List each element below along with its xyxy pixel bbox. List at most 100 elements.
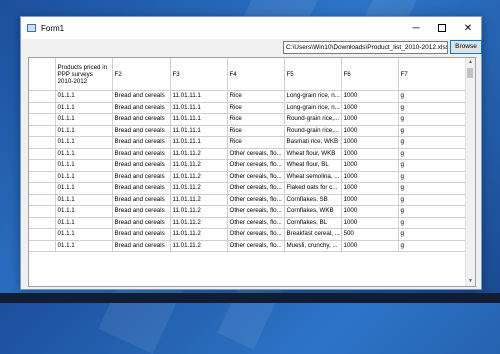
table-cell[interactable]: Long-grain rice, n... <box>284 90 342 103</box>
data-grid[interactable]: Products priced in PPP surveys 2010-2012… <box>28 57 476 287</box>
table-cell[interactable]: 11.01.11.2 <box>170 182 228 195</box>
table-row[interactable]: 01.1.1 Bread and cereals 11.01.11.1 Rice Rou… <box>29 125 469 137</box>
table-cell[interactable]: 11.01.11.2 <box>170 205 228 218</box>
close-button[interactable]: ✕ <box>455 17 481 39</box>
table-row[interactable]: 01.1.1 Bread and cereals 11.01.11.2 Other c… <box>29 240 469 252</box>
table-cell[interactable]: g <box>398 90 469 103</box>
table-cell[interactable]: Other cereals, flo... <box>227 182 285 195</box>
table-cell[interactable]: 01.1.1 <box>55 217 113 229</box>
table-cell[interactable]: 11.01.11.2 <box>170 171 228 183</box>
table-cell[interactable]: Flaked oats for c... <box>284 182 342 195</box>
table-cell[interactable]: 11.01.11.2 <box>170 194 228 206</box>
table-cell[interactable]: 11.01.11.1 <box>170 113 228 126</box>
table-cell[interactable]: g <box>398 159 469 172</box>
table-cell[interactable]: Other cereals, flo... <box>227 148 285 160</box>
table-cell[interactable]: 01.1.1 <box>55 113 113 126</box>
row-header[interactable] <box>29 148 56 160</box>
table-row[interactable]: 01.1.1 Bread and cereals 11.01.11.2 Other c… <box>29 171 469 183</box>
row-header[interactable] <box>29 90 56 103</box>
table-cell[interactable]: 11.01.11.2 <box>170 240 228 252</box>
column-header[interactable]: F2 <box>112 58 171 91</box>
table-cell[interactable]: Wheat flour, WKB <box>284 148 342 160</box>
table-cell[interactable]: Bread and cereals <box>112 171 171 183</box>
maximize-button[interactable] <box>429 17 455 39</box>
table-cell[interactable]: g <box>398 217 469 229</box>
column-header[interactable]: F4 <box>227 58 285 91</box>
table-row[interactable]: 01.1.1 Bread and cereals 11.01.11.2 Other c… <box>29 159 469 172</box>
table-row[interactable]: 01.1.1 Bread and cereals 11.01.11.2 Other c… <box>29 194 469 206</box>
table-cell[interactable]: 11.01.11.1 <box>170 125 228 137</box>
minimize-button[interactable]: ─ <box>403 17 429 39</box>
table-cell[interactable]: Cornflakes, SB <box>284 194 342 206</box>
table-row[interactable]: 01.1.1 Bread and cereals 11.01.11.1 Rice Bas… <box>29 136 469 149</box>
table-cell[interactable]: 11.01.11.2 <box>170 148 228 160</box>
table-cell[interactable]: Other cereals, flo... <box>227 205 285 218</box>
table-cell[interactable]: 01.1.1 <box>55 171 113 183</box>
table-cell[interactable]: 01.1.1 <box>55 148 113 160</box>
table-cell[interactable]: g <box>398 228 469 241</box>
table-cell[interactable]: Bread and cereals <box>112 148 171 160</box>
table-cell[interactable]: Bread and cereals <box>112 240 171 252</box>
table-cell[interactable]: 01.1.1 <box>55 240 113 252</box>
table-cell[interactable]: 11.01.11.2 <box>170 217 228 229</box>
table-cell[interactable]: Bread and cereals <box>112 90 171 103</box>
table-cell[interactable]: 1000 <box>341 240 399 252</box>
table-cell[interactable]: Breakfast cereal, ... <box>284 228 342 241</box>
table-row[interactable]: 01.1.1 Bread and cereals 11.01.11.2 Other c… <box>29 217 469 229</box>
column-header[interactable]: Products priced in PPP surveys 2010-2012 <box>55 58 113 91</box>
table-cell[interactable]: 11.01.11.1 <box>170 102 228 114</box>
scroll-up-icon[interactable]: ▲ <box>466 58 475 67</box>
table-row[interactable]: 01.1.1 Bread and cereals 11.01.11.1 Rice Lon… <box>29 90 469 103</box>
table-cell[interactable]: Bread and cereals <box>112 159 171 172</box>
table-cell[interactable]: Bread and cereals <box>112 136 171 149</box>
table-cell[interactable]: 1000 <box>341 171 399 183</box>
vertical-scrollbar[interactable]: ▲ ▼ <box>465 58 475 286</box>
table-cell[interactable]: 01.1.1 <box>55 90 113 103</box>
table-cell[interactable]: 1000 <box>341 90 399 103</box>
table-cell[interactable]: Bread and cereals <box>112 102 171 114</box>
table-cell[interactable]: Cornflakes, WKB <box>284 205 342 218</box>
table-cell[interactable]: 11.01.11.2 <box>170 228 228 241</box>
table-cell[interactable]: 1000 <box>341 148 399 160</box>
table-cell[interactable]: Round-grain rice,... <box>284 125 342 137</box>
table-cell[interactable]: Bread and cereals <box>112 182 171 195</box>
table-cell[interactable]: Rice <box>227 102 285 114</box>
row-header[interactable] <box>29 205 56 218</box>
table-row[interactable]: 01.1.1 Bread and cereals 11.01.11.2 Other c… <box>29 148 469 160</box>
row-header[interactable] <box>29 228 56 241</box>
title-bar[interactable]: Form1 ─ ✕ <box>21 17 481 39</box>
table-cell[interactable]: Bread and cereals <box>112 228 171 241</box>
table-cell[interactable]: 01.1.1 <box>55 194 113 206</box>
table-cell[interactable]: 01.1.1 <box>55 136 113 149</box>
row-header[interactable] <box>29 240 56 252</box>
table-cell[interactable]: g <box>398 194 469 206</box>
table-cell[interactable]: 1000 <box>341 113 399 126</box>
row-header[interactable] <box>29 182 56 195</box>
row-header[interactable] <box>29 159 56 172</box>
scroll-down-icon[interactable]: ▼ <box>466 277 475 286</box>
row-header[interactable] <box>29 171 56 183</box>
row-header-corner[interactable] <box>29 58 56 91</box>
table-row[interactable]: 01.1.1 Bread and cereals 11.01.11.1 Rice Lon… <box>29 102 469 114</box>
table-cell[interactable]: Other cereals, flo... <box>227 159 285 172</box>
table-cell[interactable]: 500 <box>341 228 399 241</box>
table-cell[interactable]: Other cereals, flo... <box>227 228 285 241</box>
table-cell[interactable]: Bread and cereals <box>112 217 171 229</box>
table-cell[interactable]: 1000 <box>341 205 399 218</box>
column-header[interactable]: F3 <box>170 58 228 91</box>
table-cell[interactable]: 11.01.11.1 <box>170 136 228 149</box>
row-header[interactable] <box>29 125 56 137</box>
column-header[interactable]: F6 <box>341 58 399 91</box>
browse-button[interactable]: Browse <box>450 40 482 54</box>
table-cell[interactable]: 1000 <box>341 182 399 195</box>
table-cell[interactable]: 01.1.1 <box>55 125 113 137</box>
table-cell[interactable]: 1000 <box>341 194 399 206</box>
row-header[interactable] <box>29 136 56 149</box>
table-cell[interactable]: Rice <box>227 113 285 126</box>
table-row[interactable]: 01.1.1 Bread and cereals 11.01.11.2 Other c… <box>29 228 469 241</box>
table-cell[interactable]: Other cereals, flo... <box>227 240 285 252</box>
table-cell[interactable]: g <box>398 136 469 149</box>
table-cell[interactable]: Wheat semolina, ... <box>284 171 342 183</box>
table-cell[interactable]: Basmati rice, WKB <box>284 136 342 149</box>
table-cell[interactable]: Rice <box>227 125 285 137</box>
